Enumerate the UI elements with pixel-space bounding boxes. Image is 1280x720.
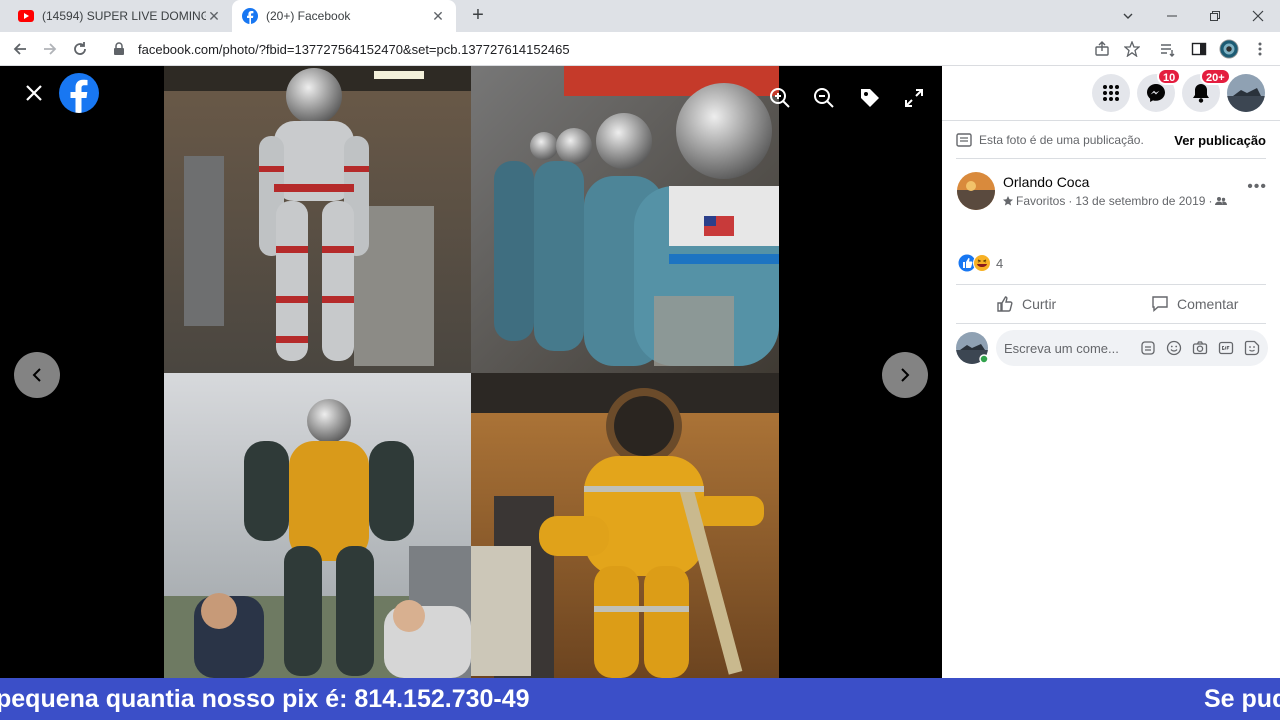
lock-icon xyxy=(114,42,124,55)
menu-grid-button[interactable] xyxy=(1092,74,1130,112)
author-name[interactable]: Orlando Coca xyxy=(1003,174,1089,190)
close-tab-icon[interactable]: ✕ xyxy=(206,8,222,25)
account-avatar[interactable] xyxy=(1227,74,1265,112)
grid-icon xyxy=(1103,85,1119,101)
post-actions: Curtir Comentar xyxy=(956,288,1266,320)
author-avatar[interactable] xyxy=(957,172,995,210)
post-info-text: Esta foto é de uma publicação. xyxy=(979,133,1144,147)
friends-audience-icon xyxy=(1215,197,1228,205)
url-text: facebook.com/photo/?fbid=137727564152470… xyxy=(138,41,570,57)
online-status-icon xyxy=(979,354,989,364)
ticker-text-right: Se pud xyxy=(1204,685,1280,713)
donation-ticker: pequena quantia nosso pix é: 814.152.730… xyxy=(0,678,1280,720)
sticker-icon[interactable] xyxy=(1244,340,1260,356)
meta-separator: · xyxy=(1068,194,1073,208)
bell-icon xyxy=(1193,84,1209,103)
tag-icon[interactable] xyxy=(858,86,882,110)
facebook-logo-icon[interactable] xyxy=(59,73,99,113)
messenger-icon xyxy=(1147,84,1165,102)
meta-separator: · xyxy=(1208,194,1213,208)
thumbs-up-icon xyxy=(997,296,1013,312)
zoom-out-icon[interactable] xyxy=(812,86,836,110)
divider xyxy=(942,120,1280,121)
forward-arrow-icon[interactable] xyxy=(38,37,62,61)
tab-search-chevron-icon[interactable] xyxy=(1106,0,1150,32)
comment-tools xyxy=(1140,340,1268,356)
comment-button[interactable]: Comentar xyxy=(1151,288,1238,320)
comment-label: Comentar xyxy=(1177,296,1239,312)
favorites-label: Favoritos xyxy=(1016,194,1066,208)
tab-bar: (14594) SUPER LIVE DOMINGÃO ✕ (20+) Face… xyxy=(0,0,1280,32)
camera-icon[interactable] xyxy=(1192,340,1208,356)
post-sidebar: 10 20+ Esta foto é de uma publicação. Ve… xyxy=(942,66,1280,678)
post-icon xyxy=(956,133,972,147)
reactions-summary[interactable]: 4 xyxy=(958,254,1003,272)
close-window-button[interactable] xyxy=(1236,0,1280,32)
ticker-text-left: pequena quantia nosso pix é: 814.152.730… xyxy=(0,685,530,713)
tab-title: (14594) SUPER LIVE DOMINGÃO xyxy=(42,9,206,23)
more-options-icon[interactable]: ••• xyxy=(1247,178,1267,196)
post-meta: Favoritos · 13 de setembro de 2019 · xyxy=(1003,194,1228,208)
author-header: Orlando Coca Favoritos · 13 de setembro … xyxy=(957,172,1267,212)
like-button[interactable]: Curtir xyxy=(996,288,1056,320)
top-icons: 10 20+ xyxy=(942,68,1280,114)
previous-photo-button[interactable] xyxy=(14,352,60,398)
like-label: Curtir xyxy=(1022,296,1057,312)
browser-toolbar: facebook.com/photo/?fbid=137727564152470… xyxy=(0,32,1280,66)
zoom-in-icon[interactable] xyxy=(768,86,792,110)
profile-avatar-icon[interactable] xyxy=(1219,39,1239,59)
comment-placeholder: Escreva um come... xyxy=(1004,340,1119,356)
star-icon xyxy=(1003,196,1013,206)
bookmark-star-icon[interactable] xyxy=(1122,39,1142,59)
divider xyxy=(956,323,1266,324)
notifications-button[interactable]: 20+ xyxy=(1182,68,1231,112)
tab-title: (20+) Facebook xyxy=(266,9,351,23)
comment-composer: Escreva um come... xyxy=(956,330,1268,366)
share-icon[interactable] xyxy=(1092,39,1112,59)
post-info-row: Esta foto é de uma publicação. Ver publi… xyxy=(956,130,1266,150)
avatar-icon xyxy=(1227,74,1265,112)
divider xyxy=(956,158,1266,159)
photo-viewer xyxy=(0,66,942,678)
avatar-sticker-icon[interactable] xyxy=(1140,340,1156,356)
tab-facebook[interactable]: (20+) Facebook ✕ xyxy=(232,0,456,32)
fullscreen-icon[interactable] xyxy=(902,86,926,110)
minimize-button[interactable] xyxy=(1150,0,1194,32)
reaction-count: 4 xyxy=(996,255,1004,271)
comment-icon xyxy=(1152,296,1168,313)
reading-list-icon[interactable] xyxy=(1158,39,1178,59)
close-viewer-icon[interactable] xyxy=(22,81,46,105)
chevron-left-icon xyxy=(32,368,41,382)
view-post-link[interactable]: Ver publicação xyxy=(1174,133,1266,148)
notifications-badge: 20+ xyxy=(1200,68,1231,85)
next-photo-button[interactable] xyxy=(882,352,928,398)
collage-photo xyxy=(164,66,779,678)
gif-icon[interactable] xyxy=(1218,340,1234,356)
comment-input[interactable]: Escreva um come... xyxy=(996,330,1268,366)
chevron-right-icon xyxy=(901,368,910,382)
new-tab-button[interactable]: + xyxy=(468,5,488,26)
tab-youtube[interactable]: (14594) SUPER LIVE DOMINGÃO ✕ xyxy=(8,0,232,32)
haha-reaction-icon xyxy=(973,254,991,272)
messenger-badge: 10 xyxy=(1157,68,1182,85)
post-date[interactable]: 13 de setembro de 2019 xyxy=(1075,194,1205,208)
divider xyxy=(956,284,1266,285)
youtube-icon xyxy=(18,10,34,22)
address-bar[interactable]: facebook.com/photo/?fbid=137727564152470… xyxy=(100,35,1150,63)
facebook-icon xyxy=(242,8,258,24)
reload-icon[interactable] xyxy=(68,37,92,61)
kebab-menu-icon[interactable] xyxy=(1250,39,1270,59)
emoji-icon[interactable] xyxy=(1166,340,1182,356)
messenger-button[interactable]: 10 xyxy=(1137,68,1182,112)
close-tab-icon[interactable]: ✕ xyxy=(430,8,446,25)
restore-button[interactable] xyxy=(1193,0,1237,32)
side-panel-icon[interactable] xyxy=(1189,39,1209,59)
back-arrow-icon[interactable] xyxy=(8,37,32,61)
